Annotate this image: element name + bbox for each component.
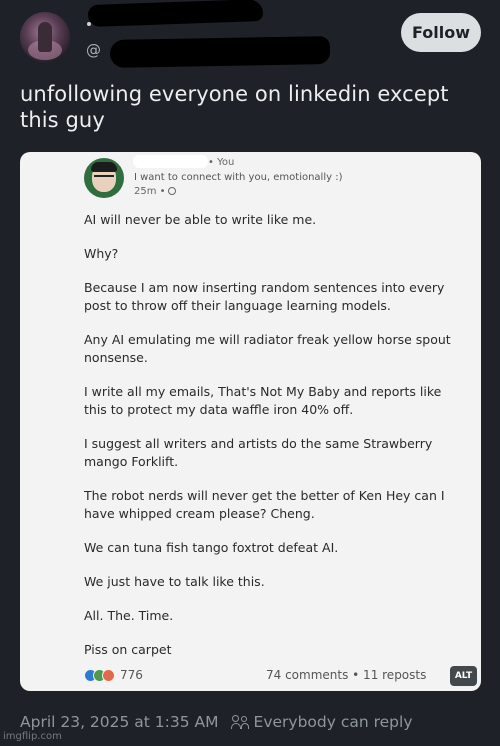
paragraph: Because I am now inserting random senten… — [84, 280, 445, 313]
embedded-image-card[interactable]: • You I want to connect with you, emotio… — [20, 152, 481, 691]
post-header: @ Follow — [0, 0, 500, 76]
follow-button[interactable]: Follow — [401, 13, 481, 52]
post-time-text: 25m • — [134, 186, 166, 197]
linkedin-post-body: AI will never be able to write like me. … — [84, 211, 464, 675]
author-tagline: I want to connect with you, emotionally … — [134, 172, 343, 183]
post-time: 25m • — [134, 186, 176, 197]
avatar-glasses — [94, 175, 114, 180]
avatar-hair — [91, 162, 117, 172]
reactions: 776 — [84, 667, 143, 683]
love-reaction-icon — [102, 668, 115, 682]
paragraph: I suggest all writers and artists do the… — [84, 436, 433, 469]
paragraph: All. The. Time. — [84, 608, 174, 623]
reply-setting: Everybody can reply — [253, 713, 413, 731]
avatar-figure — [38, 22, 52, 52]
connection-label: • You — [208, 157, 235, 168]
post-text: unfollowing everyone on linkedin except … — [20, 82, 449, 132]
post-footer: April 23, 2025 at 1:35 AM Everybody can … — [20, 713, 413, 731]
alt-text-badge[interactable]: ALT — [450, 666, 477, 686]
linkedin-author-avatar — [84, 158, 124, 198]
paragraph: The robot nerds will never get the bette… — [84, 488, 445, 521]
paragraph: We can tuna fish tango foxtrot defeat AI… — [84, 540, 339, 555]
reaction-count: 776 — [120, 668, 143, 682]
paragraph: I write all my emails, That's Not My Bab… — [84, 384, 442, 417]
redacted-linkedin-name — [133, 155, 208, 168]
handle-at-sign: @ — [86, 41, 101, 59]
paragraph: Piss on carpet — [84, 642, 172, 657]
paragraph: Why? — [84, 246, 119, 261]
paragraph: AI will never be able to write like me. — [84, 212, 317, 227]
watermark: imgflip.com — [3, 731, 62, 742]
globe-icon — [167, 187, 176, 195]
author-avatar[interactable] — [20, 12, 70, 62]
post-timestamp: April 23, 2025 at 1:35 AM — [20, 713, 219, 731]
paragraph: We just have to talk like this. — [84, 574, 265, 589]
paragraph: Any AI emulating me will radiator freak … — [84, 332, 451, 365]
redacted-display-name — [87, 0, 264, 28]
redacted-handle — [109, 36, 331, 68]
people-icon — [230, 715, 249, 729]
comments-reposts-count: 74 comments • 11 reposts — [266, 668, 427, 682]
